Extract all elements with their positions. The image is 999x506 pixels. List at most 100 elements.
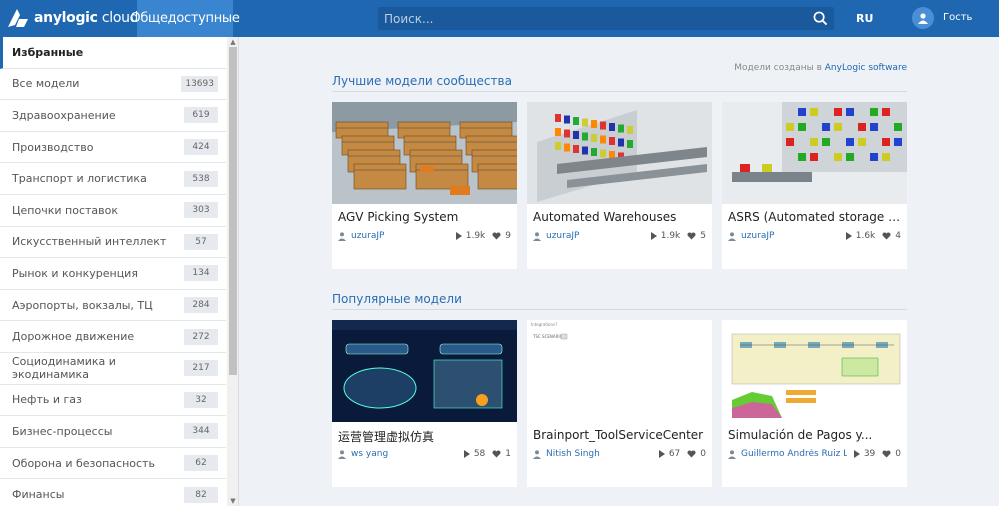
thumbnail-image: [722, 320, 907, 422]
sidebar-item[interactable]: Бизнес-процессы 344: [0, 416, 226, 448]
model-title[interactable]: ASRS (Automated storage and...: [728, 210, 903, 224]
sidebar-item[interactable]: Избранные: [0, 37, 226, 69]
model-card[interactable]: Automated Warehouses uzuraJP 1.9k 5: [527, 102, 712, 269]
user-icon: [533, 449, 541, 459]
sidebar-item-label: Искусственный интеллект: [12, 235, 167, 249]
sidebar-item-count: 217: [184, 360, 218, 377]
model-meta: Nitish Singh 67 0: [533, 448, 706, 460]
sidebar-item-label: Оборона и безопасность: [12, 456, 155, 470]
model-card[interactable]: ASRS (Automated storage and... uzuraJP 1.6…: [722, 102, 907, 269]
sidebar-item[interactable]: Нефть и газ 32: [0, 385, 226, 417]
sidebar-item[interactable]: Дорожное движение 272: [0, 321, 226, 353]
canvas-label: TSC SCENARIO: [532, 334, 563, 339]
sidebar-item-count: 82: [184, 486, 218, 503]
sidebar-item-label: Избранные: [12, 45, 84, 59]
sidebar-item-count: 303: [184, 202, 218, 219]
section-title-popular: Популярные модели: [332, 292, 462, 306]
anylogic-software-link[interactable]: AnyLogic software: [825, 63, 907, 73]
sidebar-item[interactable]: Оборона и безопасность 62: [0, 448, 226, 480]
sidebar-item-count: 344: [184, 423, 218, 440]
like-count[interactable]: 0: [882, 449, 901, 459]
play-icon: [650, 232, 657, 240]
model-thumbnail[interactable]: [332, 102, 517, 204]
scroll-down-icon[interactable]: ▼: [227, 496, 238, 506]
user-icon: [533, 231, 541, 241]
sidebar-item[interactable]: Здравоохранение 619: [0, 100, 226, 132]
play-icon: [845, 232, 852, 240]
model-card[interactable]: Simulación de Pagos y... Guillermo Andrés…: [722, 320, 907, 487]
sidebar-item-label: Аэропорты, вокзалы, ТЦ: [12, 298, 153, 312]
sidebar-item[interactable]: Производство 424: [0, 132, 226, 164]
heart-icon: [882, 450, 891, 458]
search-input[interactable]: [378, 7, 808, 30]
section-divider: [332, 309, 907, 310]
like-count[interactable]: 4: [882, 231, 901, 241]
model-title[interactable]: Brainport_ToolServiceCenter: [533, 428, 708, 442]
model-author-link[interactable]: Guillermo Andrés Ruiz Ló...: [728, 449, 847, 459]
model-title[interactable]: Simulación de Pagos y...: [728, 428, 903, 442]
search-icon[interactable]: [813, 11, 828, 26]
sidebar-item-count: 619: [184, 107, 218, 124]
sidebar-item-count: 424: [184, 139, 218, 156]
model-thumbnail[interactable]: [527, 102, 712, 204]
heart-icon: [687, 232, 696, 240]
sidebar-item[interactable]: Искусственный интеллект 57: [0, 227, 226, 259]
model-card[interactable]: 运营管理虚拟仿真 ws yang 58 1: [332, 320, 517, 487]
user-avatar-icon[interactable]: [912, 7, 934, 29]
play-icon: [455, 232, 462, 240]
thumbnail-image: [527, 102, 712, 204]
model-thumbnail[interactable]: Integrations? TSC SCENARIO: [527, 320, 712, 422]
anylogic-logo-icon: [8, 9, 28, 27]
tab-public[interactable]: Общедоступные: [130, 0, 240, 37]
sidebar-item[interactable]: Транспорт и логистика 538: [0, 163, 226, 195]
model-author-link[interactable]: Nitish Singh: [533, 449, 652, 459]
model-thumbnail[interactable]: [332, 320, 517, 422]
model-title[interactable]: 运营管理虚拟仿真: [338, 428, 513, 445]
sidebar-scrollbar[interactable]: ▲ ▼: [227, 37, 238, 506]
model-thumbnail[interactable]: [722, 320, 907, 422]
model-card[interactable]: Integrations? TSC SCENARIO Brainport_ToolS…: [527, 320, 712, 487]
sidebar-item[interactable]: Социодинамика и экодинамика 217: [0, 353, 226, 385]
model-meta: uzuraJP 1.9k 9: [338, 230, 511, 242]
sidebar-item[interactable]: Цепочки поставок 303: [0, 195, 226, 227]
play-icon: [853, 450, 860, 458]
sidebar-item[interactable]: Все модели 13693: [0, 69, 226, 101]
like-count[interactable]: 9: [492, 231, 511, 241]
scroll-up-icon[interactable]: ▲: [227, 37, 238, 47]
sidebar-item-label: Рынок и конкуренция: [12, 266, 138, 280]
sidebar-item-label: Транспорт и логистика: [12, 172, 147, 186]
model-author-link[interactable]: uzuraJP: [728, 231, 839, 241]
model-author-link[interactable]: uzuraJP: [338, 231, 449, 241]
like-count[interactable]: 1: [492, 449, 511, 459]
anylogic-logo[interactable]: anylogic cloud: [6, 6, 139, 30]
model-author-link[interactable]: ws yang: [338, 449, 457, 459]
model-author-link[interactable]: uzuraJP: [533, 231, 644, 241]
model-title[interactable]: Automated Warehouses: [533, 210, 708, 224]
model-meta: uzuraJP 1.9k 5: [533, 230, 706, 242]
run-count: 1.9k: [650, 231, 680, 241]
user-icon: [338, 231, 346, 241]
model-meta: uzuraJP 1.6k 4: [728, 230, 901, 242]
category-sidebar: Избранные Все модели 13693 Здравоохранение 6…: [0, 37, 239, 506]
sidebar-item-count: 284: [184, 297, 218, 314]
user-icon: [728, 449, 736, 459]
sidebar-item[interactable]: Аэропорты, вокзалы, ТЦ 284: [0, 290, 226, 322]
user-name[interactable]: Гость: [943, 12, 972, 23]
logo-text: anylogic cloud: [34, 10, 139, 26]
like-count[interactable]: 5: [687, 231, 706, 241]
run-count: 58: [463, 449, 485, 459]
language-switch[interactable]: RU: [856, 12, 873, 25]
sidebar-item[interactable]: Финансы 82: [0, 479, 226, 506]
user-icon: [728, 231, 736, 241]
scroll-thumb[interactable]: [229, 47, 237, 375]
model-meta: Guillermo Andrés Ruiz Ló... 39 0: [728, 448, 901, 460]
like-count[interactable]: 0: [687, 449, 706, 459]
model-meta: ws yang 58 1: [338, 448, 511, 460]
sidebar-item-label: Цепочки поставок: [12, 203, 118, 217]
model-thumbnail[interactable]: [722, 102, 907, 204]
sidebar-item-label: Производство: [12, 140, 94, 154]
model-card[interactable]: AGV Picking System uzuraJP 1.9k 9: [332, 102, 517, 269]
sidebar-item[interactable]: Рынок и конкуренция 134: [0, 258, 226, 290]
sidebar-item-count: 538: [184, 170, 218, 187]
model-title[interactable]: AGV Picking System: [338, 210, 513, 224]
